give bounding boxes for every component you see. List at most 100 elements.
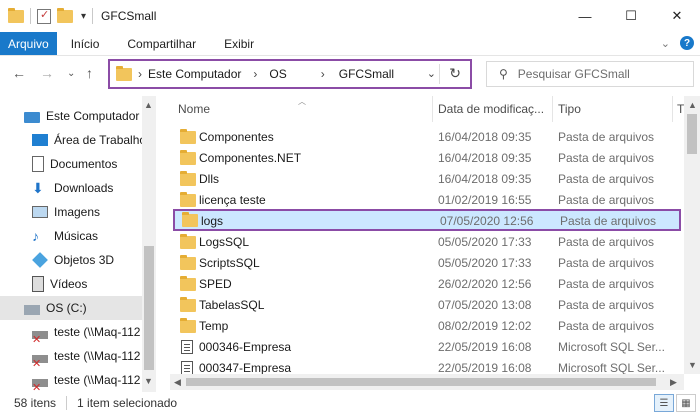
column-divider[interactable] (552, 96, 553, 122)
breadcrumb-gfcsmall[interactable]: GFCSmall (339, 67, 394, 81)
sidebar-item-label: Imagens (54, 205, 101, 219)
file-date: 16/04/2018 09:35 (438, 130, 532, 144)
file-name: Componentes (199, 130, 274, 144)
folder-icon (8, 7, 24, 23)
sidebar-item[interactable]: Imagens (0, 200, 142, 224)
column-header-type[interactable]: Tipo (558, 102, 581, 116)
file-row[interactable]: 000346-Empresa 22/05/2019 16:08 Microsoft … (170, 336, 684, 358)
chevron-right-icon[interactable]: › (253, 67, 257, 81)
sidebar-item[interactable]: Objetos 3D (0, 248, 142, 272)
file-row[interactable]: TabelasSQL 07/05/2020 13:08 Pasta de arqui… (170, 294, 684, 316)
videos-icon (32, 276, 44, 292)
tab-compartilhar[interactable]: Compartilhar (113, 32, 210, 55)
file-row[interactable]: ScriptsSQL 05/05/2020 17:33 Pasta de arqui… (170, 252, 684, 274)
scroll-up-icon[interactable]: ▲ (688, 100, 697, 110)
file-date: 22/05/2019 16:08 (438, 340, 532, 354)
file-row[interactable]: Componentes 16/04/2018 09:35 Pasta de arqu… (170, 126, 684, 148)
scroll-left-icon[interactable]: ◀ (174, 377, 181, 388)
sidebar-scrollbar[interactable]: ▲ ▼ (142, 96, 156, 392)
file-name: Componentes.NET (199, 151, 302, 165)
help-icon[interactable]: ? (680, 36, 694, 50)
content-horizontal-scrollbar[interactable]: ◀ ▶ (170, 374, 684, 390)
tab-inicio[interactable]: Início (57, 32, 114, 55)
customize-toolbar-dropdown-icon[interactable]: ▾ (81, 11, 86, 22)
file-name: 000346-Empresa (199, 340, 292, 354)
refresh-icon[interactable]: ↻ (449, 65, 461, 82)
close-button[interactable]: ✕ (654, 0, 700, 32)
network-drive-icon: ✕ (32, 354, 48, 368)
scroll-down-icon[interactable]: ▼ (688, 360, 697, 370)
breadcrumb-este-computador[interactable]: Este Computador (148, 67, 241, 81)
recent-locations-icon[interactable]: ⌄ (67, 68, 75, 79)
file-name: Dlls (199, 172, 219, 186)
expand-ribbon-icon[interactable]: ⌄ (661, 37, 670, 50)
forward-arrow-icon[interactable]: → (40, 65, 54, 81)
address-dropdown-icon[interactable]: ⌄ (427, 67, 436, 80)
file-row[interactable]: SPED 26/02/2020 12:56 Pasta de arquivos (170, 273, 684, 295)
file-row[interactable]: Componentes.NET 16/04/2018 09:35 Pasta de … (170, 147, 684, 169)
horizontal-scroll-thumb[interactable] (186, 378, 656, 386)
sidebar-item-label: Vídeos (50, 277, 88, 291)
properties-icon[interactable] (37, 8, 51, 24)
network-drive-icon: ✕ (32, 378, 48, 392)
folder-icon (180, 150, 196, 165)
maximize-button[interactable]: ☐ (608, 0, 654, 32)
file-row[interactable]: LogsSQL 05/05/2020 17:33 Pasta de arquivos (170, 231, 684, 253)
file-type: Pasta de arquivos (558, 277, 655, 291)
sidebar-item[interactable]: ⬇ Downloads (0, 176, 142, 200)
chevron-right-icon[interactable]: › (321, 67, 325, 81)
file-type: Pasta de arquivos (558, 193, 655, 207)
quick-access-toolbar: ▾ (0, 7, 94, 24)
back-arrow-icon[interactable]: ← (12, 65, 26, 81)
new-folder-icon[interactable] (57, 7, 73, 23)
file-row[interactable]: Temp 08/02/2019 12:02 Pasta de arquivos (170, 315, 684, 337)
scroll-up-icon[interactable]: ▲ (144, 100, 153, 110)
objects3d-icon (32, 252, 48, 268)
sidebar-item[interactable]: OS (C:) (0, 296, 142, 320)
sidebar-item-label: Este Computador (46, 109, 140, 123)
file-type: Microsoft SQL Ser... (558, 340, 665, 354)
computer-icon (24, 111, 40, 123)
content-vertical-scrollbar[interactable]: ▲ ▼ (684, 96, 700, 374)
sidebar-item[interactable]: ✕ teste (\\Maq-112 (0, 368, 142, 392)
file-date: 07/05/2020 12:56 (440, 214, 534, 228)
folder-icon (180, 255, 196, 270)
sidebar-item-label: teste (\\Maq-112 (54, 349, 141, 363)
sidebar-item[interactable]: Área de Trabalho (0, 128, 142, 152)
sidebar-item[interactable]: ✕ teste (\\Maq-112 (0, 344, 142, 368)
column-header-name[interactable]: Nome (178, 102, 210, 116)
navigation-pane: Este Computador Área de Trabalho Documento… (0, 96, 156, 392)
breadcrumb-os[interactable]: OS (269, 67, 286, 81)
column-divider[interactable] (672, 96, 673, 122)
file-row[interactable]: Dlls 16/04/2018 09:35 Pasta de arquivos (170, 168, 684, 190)
file-name: LogsSQL (199, 235, 250, 249)
file-name: Temp (199, 319, 229, 333)
details-view-button[interactable]: ☰ (654, 394, 674, 412)
column-header-date[interactable]: Data de modificaç... (438, 102, 544, 116)
search-input[interactable]: ⚲ Pesquisar GFCSmall (486, 61, 694, 87)
minimize-button[interactable]: — (562, 0, 608, 32)
file-type: Pasta de arquivos (560, 214, 657, 228)
sidebar-item[interactable]: Este Computador (0, 104, 142, 128)
scroll-right-icon[interactable]: ▶ (670, 377, 677, 388)
file-row[interactable]: logs 07/05/2020 12:56 Pasta de arquivos (173, 209, 681, 231)
file-row[interactable]: licença teste 01/02/2019 16:55 Pasta de ar… (170, 189, 684, 211)
sidebar-item-label: Documentos (50, 157, 118, 171)
file-type: Pasta de arquivos (558, 319, 655, 333)
file-type: Pasta de arquivos (558, 235, 655, 249)
sidebar-item[interactable]: Documentos (0, 152, 142, 176)
large-icons-view-button[interactable]: ▦ (676, 394, 696, 412)
up-arrow-icon[interactable]: ↑ (86, 65, 93, 81)
window-title: GFCSmall (101, 9, 157, 23)
content-scroll-thumb[interactable] (687, 114, 697, 154)
tab-exibir[interactable]: Exibir (210, 32, 268, 55)
sidebar-item[interactable]: ♪ Músicas (0, 224, 142, 248)
chevron-right-icon[interactable]: › (138, 67, 142, 81)
scroll-down-icon[interactable]: ▼ (144, 376, 153, 386)
tab-arquivo[interactable]: Arquivo (0, 32, 57, 55)
column-divider[interactable] (432, 96, 433, 122)
sidebar-scroll-thumb[interactable] (144, 246, 154, 370)
address-bar[interactable]: › Este Computador › OS › GFCSmall ⌄ ↻ (108, 59, 472, 89)
sidebar-item[interactable]: Vídeos (0, 272, 142, 296)
sidebar-item[interactable]: ✕ teste (\\Maq-112 (0, 320, 142, 344)
